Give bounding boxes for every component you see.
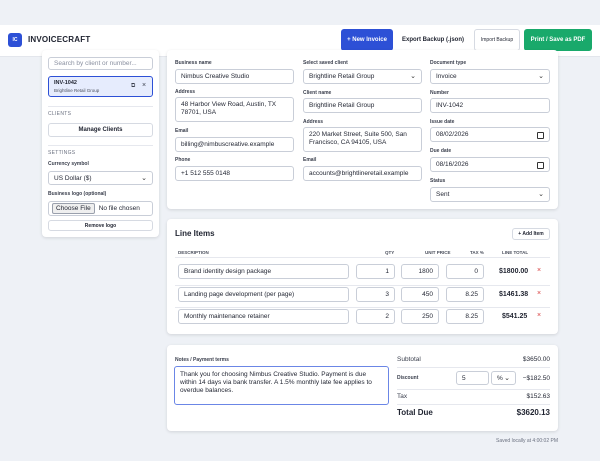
calendar-icon[interactable] [537,132,544,139]
document-type-select[interactable]: Invoice [430,69,550,84]
item-description-input[interactable]: Brand identity design package [178,264,349,279]
divider [48,145,153,146]
client-name-input[interactable]: Brightline Retail Group [303,98,422,113]
search-input[interactable]: Search by client or number... [48,57,153,70]
client-address-label: Address [303,119,324,125]
invoice-list-item[interactable]: INV-1042 Brightline Retail Group ⧉ × [48,76,153,97]
total-due-label: Total Due [397,408,433,417]
item-description-input[interactable]: Monthly maintenance retainer [178,309,349,324]
delete-invoice-icon[interactable]: × [142,82,146,89]
subtotal-label: Subtotal [397,356,421,363]
col-tax: TAX % [470,250,484,255]
item-line-total: $1800.00 [499,268,529,275]
number-label: Number [430,90,449,96]
client-email-label: Email [303,157,317,163]
business-email-input[interactable]: billing@nimbuscreative.example [175,137,294,152]
item-tax-input[interactable]: 8.25 [446,287,484,302]
logo-label: Business logo (optional) [48,191,107,197]
discount-amount: −$182.50 [522,375,550,382]
line-items-title: Line Items [175,229,215,238]
notes-totals-card: Notes / Payment terms Thank you for choo… [167,345,558,431]
app-title: INVOICECRAFT [28,35,91,44]
line-items-card: Line Items + Add Item DESCRIPTION QTY UN… [167,219,558,334]
tax-label: Tax [397,393,408,400]
item-line-total: $541.25 [502,313,528,320]
business-address-input[interactable]: 48 Harbor View Road, Austin, TX 78701, U… [175,97,294,122]
saved-status: Saved locally at 4:00:02 PM [496,438,558,444]
item-qty-input[interactable]: 2 [356,309,395,324]
import-backup-button[interactable]: Import Backup [474,29,520,51]
delete-row-icon[interactable]: × [537,312,541,319]
issue-date-label: Issue date [430,119,455,125]
duplicate-icon[interactable]: ⧉ [131,83,135,90]
invoice-details-card: Business name Nimbus Creative Studio Add… [167,50,558,209]
client-email-input[interactable]: accounts@brightlineretail.example [303,166,422,181]
tax-value: $152.63 [526,393,551,400]
business-address-label: Address [175,89,196,95]
divider [397,389,550,390]
settings-heading: SETTINGS [48,150,76,156]
print-pdf-button[interactable]: Print / Save as PDF [524,29,592,51]
client-name-label: Client name [303,90,332,96]
notes-textarea[interactable]: Thank you for choosing Nimbus Creative S… [174,366,389,405]
subtotal-value: $3650.00 [522,356,550,363]
item-tax-input[interactable]: 8.25 [446,309,484,324]
client-address-input[interactable]: 220 Market Street, Suite 500, San Franci… [303,127,422,152]
manage-clients-button[interactable]: Manage Clients [48,123,153,137]
document-type-label: Document type [430,60,467,66]
item-unit-price-input[interactable]: 1800 [401,264,439,279]
invoice-item-client: Brightline Retail Group [54,88,100,93]
new-invoice-button[interactable]: + New Invoice [341,29,393,51]
business-name-input[interactable]: Nimbus Creative Studio [175,69,294,84]
currency-label: Currency symbol [48,161,89,167]
app-logo: IC [8,33,22,47]
divider [175,285,550,286]
status-label: Status [430,178,446,184]
delete-row-icon[interactable]: × [537,267,541,274]
col-qty: QTY [385,250,395,255]
number-input[interactable]: INV-1042 [430,98,550,113]
remove-logo-button[interactable]: Remove logo [48,220,153,231]
issue-date-input[interactable]: 08/02/2026 [430,127,550,142]
saved-client-label: Select saved client [303,60,348,66]
currency-select[interactable]: US Dollar ($) [48,171,153,185]
notes-label: Notes / Payment terms [175,357,229,363]
due-date-label: Due date [430,148,452,154]
divider [397,404,550,405]
item-unit-price-input[interactable]: 250 [401,309,439,324]
col-description: DESCRIPTION [178,250,209,255]
clients-heading: CLIENTS [48,111,72,117]
item-description-input[interactable]: Landing page development (per page) [178,287,349,302]
saved-client-select[interactable]: Brightline Retail Group [303,69,422,84]
item-qty-input[interactable]: 1 [356,264,395,279]
item-unit-price-input[interactable]: 450 [401,287,439,302]
choose-file-button[interactable]: Choose File [52,203,95,214]
sidebar: Search by client or number... INV-1042 B… [42,50,159,237]
discount-input[interactable]: 5 [456,371,489,385]
add-item-button[interactable]: + Add Item [512,228,550,240]
business-email-label: Email [175,128,189,134]
business-phone-input[interactable]: +1 512 555 0148 [175,166,294,181]
col-line-total: LINE TOTAL [502,250,529,255]
export-backup-button[interactable]: Export Backup (.json) [398,29,468,51]
discount-label: Discount [397,375,419,381]
calendar-icon[interactable] [537,162,544,169]
item-qty-input[interactable]: 3 [356,287,395,302]
delete-row-icon[interactable]: × [537,290,541,297]
divider [175,257,550,258]
no-file-text: No file chosen [98,205,140,212]
due-date-input[interactable]: 08/16/2026 [430,157,550,172]
business-phone-label: Phone [175,157,191,163]
divider [48,106,153,107]
divider [175,307,550,308]
status-select[interactable]: Sent [430,187,550,202]
divider [397,367,550,368]
invoice-item-number: INV-1042 [54,80,77,86]
business-name-label: Business name [175,60,212,66]
total-due-value: $3620.13 [516,408,550,417]
logo-file-input[interactable]: Choose File No file chosen [48,201,153,216]
item-line-total: $1461.38 [499,291,529,298]
col-unit-price: UNIT PRICE [425,250,451,255]
item-tax-input[interactable]: 0 [446,264,484,279]
